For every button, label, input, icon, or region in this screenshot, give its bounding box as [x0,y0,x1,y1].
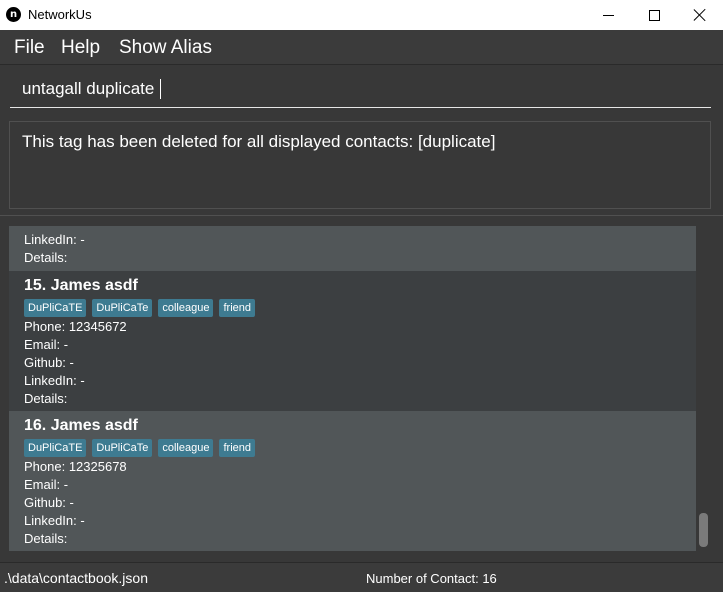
result-display: This tag has been deleted for all displa… [9,121,711,209]
person-name: 16. James asdf [24,417,138,434]
person-name: 15. James asdf [24,277,138,294]
person-card-16[interactable]: 16. James asdf DuPliCaTE DuPliCaTe colle… [9,411,696,551]
tag: DuPliCaTE [24,299,87,317]
minimize-icon [602,14,614,16]
app-logo-icon: n [6,7,21,22]
github-field: Github: - [24,355,74,370]
menu-file[interactable]: File [14,37,45,59]
menu-bar: File Help Show Alias [0,30,723,65]
tag: DuPliCaTe [92,439,153,457]
github-field: Github: - [24,495,74,510]
email-field: Email: - [24,477,69,492]
tag-list: DuPliCaTE DuPliCaTe colleague friend [24,299,255,317]
details-field: Details: [24,250,68,265]
title-bar: n NetworkUs [0,0,723,30]
text-caret [160,79,161,99]
linkedin-field: LinkedIn: - [24,513,85,528]
window-title: NetworkUs [28,7,92,22]
command-box [0,66,723,116]
menu-show-alias[interactable]: Show Alias [119,37,212,59]
contact-count: Number of Contact: 16 [366,571,497,586]
linkedin-field: LinkedIn: - [24,232,85,247]
details-field: Details: [24,531,68,546]
maximize-icon [648,9,660,21]
maximize-button[interactable] [631,0,677,30]
close-button[interactable] [677,0,723,30]
minimize-button[interactable] [585,0,631,30]
tag: colleague [158,439,214,457]
person-card-15[interactable]: 15. James asdf DuPliCaTE DuPliCaTe colle… [9,271,696,411]
linkedin-field: LinkedIn: - [24,373,85,388]
tag-list: DuPliCaTE DuPliCaTe colleague friend [24,439,255,457]
status-bar: .\data\contactbook.json Number of Contac… [0,562,723,592]
list-scrollbar-thumb[interactable] [699,513,708,547]
person-list[interactable]: LinkedIn: - Details: 15. James asdf DuPl… [0,216,723,562]
details-field: Details: [24,391,68,406]
save-file-path: .\data\contactbook.json [4,570,148,586]
phone-field: Phone: 12325678 [24,459,127,474]
close-icon [693,8,707,22]
person-card-partial[interactable]: LinkedIn: - Details: [9,226,696,271]
tag: friend [219,299,255,317]
tag: DuPliCaTe [92,299,153,317]
tag: friend [219,439,255,457]
phone-field: Phone: 12345672 [24,319,127,334]
tag: DuPliCaTE [24,439,87,457]
command-input[interactable] [10,70,711,108]
result-message: This tag has been deleted for all displa… [22,132,496,151]
email-field: Email: - [24,337,69,352]
tag: colleague [158,299,214,317]
menu-help[interactable]: Help [61,37,100,59]
